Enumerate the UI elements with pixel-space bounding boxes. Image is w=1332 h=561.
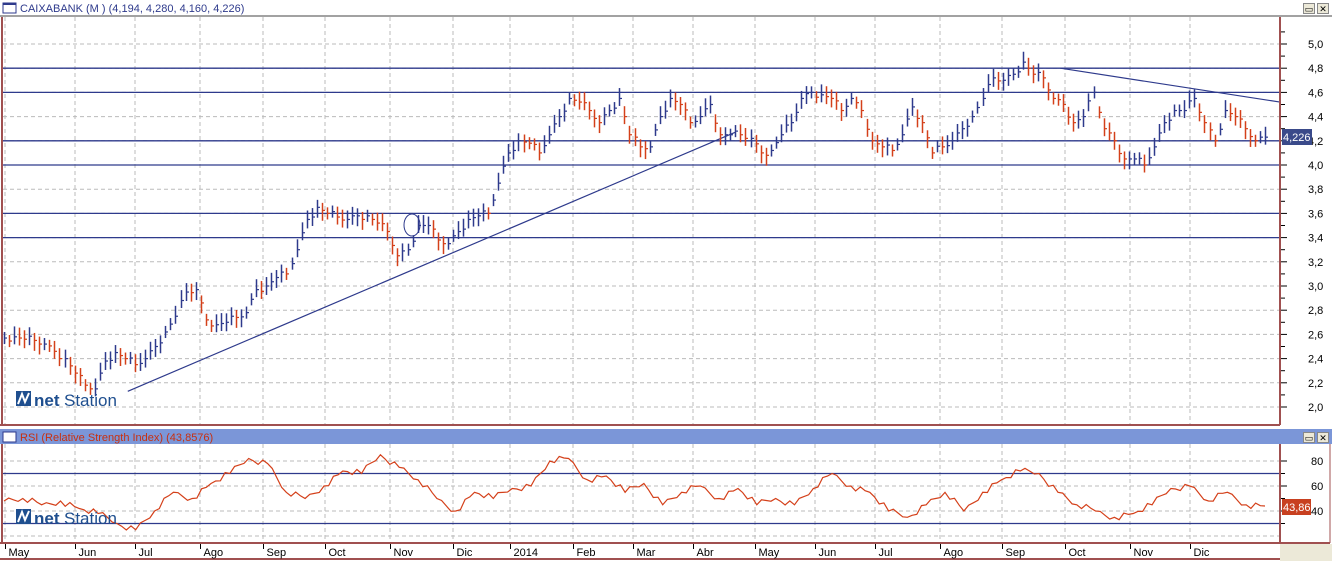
y-tick-label: 4,8 [1308,63,1323,75]
x-tick-label: Feb [577,547,596,559]
y-tick-label: 3,4 [1308,233,1323,245]
window-icon-bar [3,3,16,5]
x-tick-label: Nov [394,547,414,559]
annotation-circle [403,213,421,237]
x-tick-label: Jul [879,547,893,559]
rsi-series-line [3,453,1266,531]
x-tick-label: Mar [637,547,656,559]
x-tick-label: Sep [267,547,287,559]
rsi-maximize-button[interactable]: ▭ [1303,432,1315,443]
svg-text:net: net [34,509,60,528]
rsi-y-tick-label: 60 [1311,481,1323,493]
y-tick-label: 3,0 [1308,281,1323,293]
price-close-button[interactable]: ✕ [1317,3,1329,14]
rsi-y-tick-label: 40 [1311,506,1323,518]
svg-text:Station: Station [64,509,117,528]
x-tick-label: Abr [697,547,714,559]
y-tick-label: 2,8 [1308,305,1323,317]
y-tick-label: 4,4 [1308,112,1323,124]
y-tick-label: 3,8 [1308,184,1323,196]
y-tick-label: 5,0 [1308,39,1323,51]
price-bars [3,51,1268,397]
rsi-close-button[interactable]: ✕ [1317,432,1329,443]
rsi-last-value: 43,86 [1283,502,1311,514]
chart-canvas: CAIXABANK (M ) (4,194, 4,280, 4,160, 4,2… [0,0,1332,561]
x-tick-label: Dic [1194,547,1210,559]
x-tick-label: Oct [329,547,346,559]
y-tick-label: 2,6 [1308,329,1323,341]
x-tick-label: Dic [457,547,473,559]
x-tick-label: Jul [139,547,153,559]
x-tick-label: Ago [204,547,224,559]
price-panel-title: CAIXABANK (M ) (4,194, 4,280, 4,160, 4,2… [20,3,244,15]
x-tick-label: May [759,547,780,559]
y-tick-label: 3,6 [1308,208,1323,220]
y-tick-label: 2,0 [1308,402,1323,414]
rsi-window-icon [2,431,17,443]
rsi-y-tick-label: 80 [1311,456,1323,468]
netstation-logo-rsi: net Station [16,509,117,528]
y-tick-label: 3,2 [1308,257,1323,269]
price-maximize-button[interactable]: ▭ [1303,3,1315,14]
y-tick-label: 2,2 [1308,378,1323,390]
trendline [1060,67,1281,103]
trendline [127,131,736,392]
x-tick-label: Sep [1006,547,1026,559]
price-y-axis: 2,02,22,42,62,83,03,23,43,63,84,04,24,44… [1281,31,1323,414]
rsi-grid [3,444,1280,543]
svg-text:net: net [34,391,60,410]
svg-text:Station: Station [64,391,117,410]
x-tick-label: Jun [819,547,837,559]
price-grid [3,17,1280,425]
rsi-line [3,453,1266,531]
x-tick-label: May [9,547,30,559]
y-tick-label: 2,4 [1308,354,1323,366]
x-axis: May Jun Jul Ago Sep Oct Nov Dic 2014 Feb Mar Abr May… [5,544,1210,559]
x-tick-label: 2014 [514,547,538,559]
price-last-value: 4,226 [1283,132,1311,144]
x-tick-label: Ago [944,547,964,559]
x-tick-label: Jun [79,547,97,559]
rsi-panel-title: RSI (Relative Strength Index) (43,8576) [20,432,213,444]
x-tick-label: Nov [1134,547,1154,559]
y-tick-label: 4,0 [1308,160,1323,172]
x-tick-label: Oct [1069,547,1086,559]
y-tick-label: 4,6 [1308,87,1323,99]
corner-filler [1280,544,1332,561]
